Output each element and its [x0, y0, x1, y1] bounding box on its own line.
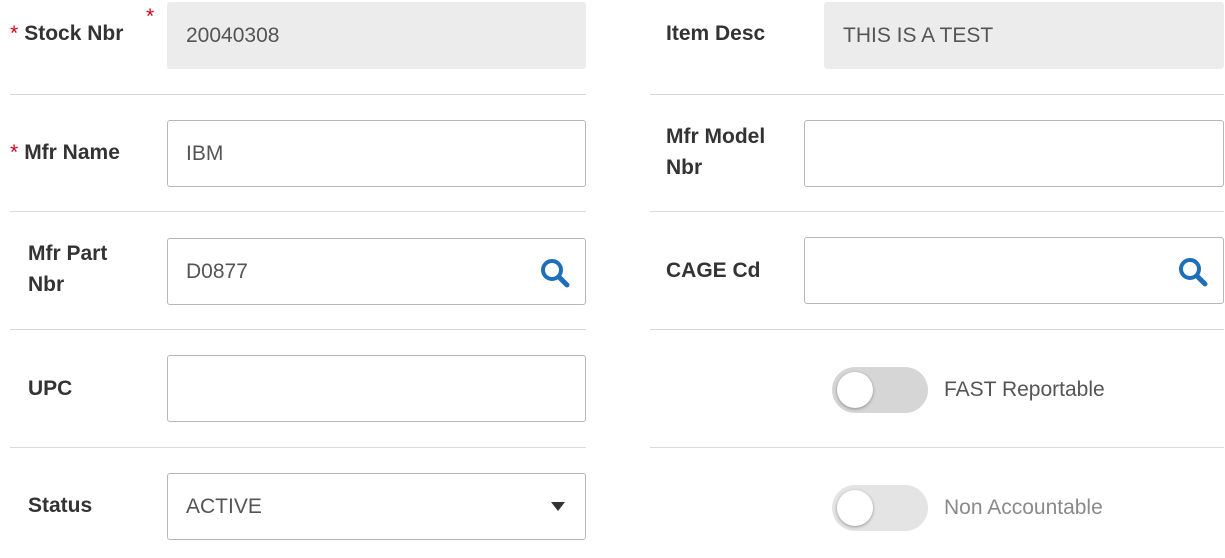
non-accountable-toggle[interactable]: [832, 485, 928, 531]
cage-cd-input[interactable]: [804, 237, 1224, 304]
status-label: Status: [28, 494, 93, 517]
divider: [650, 447, 1224, 448]
mfr-part-nbr-label: Mfr Part Nbr: [28, 242, 108, 296]
upc-input[interactable]: [167, 355, 586, 422]
status-select[interactable]: ACTIVE: [167, 473, 586, 540]
fast-reportable-label: FAST Reportable: [944, 378, 1105, 401]
fast-reportable-toggle[interactable]: [832, 367, 928, 413]
divider: [650, 211, 1224, 212]
mfr-model-nbr-input[interactable]: [804, 120, 1224, 187]
mfr-name-label: * Mfr Name: [10, 141, 120, 164]
mfr-part-nbr-input[interactable]: D0877: [167, 238, 586, 305]
divider: [650, 329, 1224, 330]
divider: [650, 94, 1224, 95]
divider: [10, 329, 586, 330]
toggle-knob: [837, 372, 873, 408]
divider: [10, 447, 586, 448]
required-asterisk: *: [146, 5, 155, 28]
search-icon[interactable]: [539, 257, 571, 289]
toggle-knob: [837, 490, 873, 526]
item-desc-field: THIS IS A TEST: [824, 2, 1224, 69]
divider: [10, 211, 586, 212]
chevron-down-icon: [551, 502, 565, 511]
required-asterisk: *: [10, 141, 19, 164]
item-desc-label: Item Desc: [666, 22, 766, 45]
non-accountable-label: Non Accountable: [944, 496, 1103, 519]
search-icon[interactable]: [1177, 256, 1209, 288]
mfr-name-input[interactable]: IBM: [167, 120, 586, 187]
divider: [10, 94, 586, 95]
stock-nbr-label: * Stock Nbr: [10, 22, 124, 45]
mfr-model-nbr-label: Mfr Model Nbr: [666, 125, 766, 179]
cage-cd-label: CAGE Cd: [666, 259, 761, 282]
required-asterisk: *: [10, 22, 19, 45]
upc-label: UPC: [28, 377, 73, 400]
stock-nbr-field: 20040308: [167, 2, 586, 69]
